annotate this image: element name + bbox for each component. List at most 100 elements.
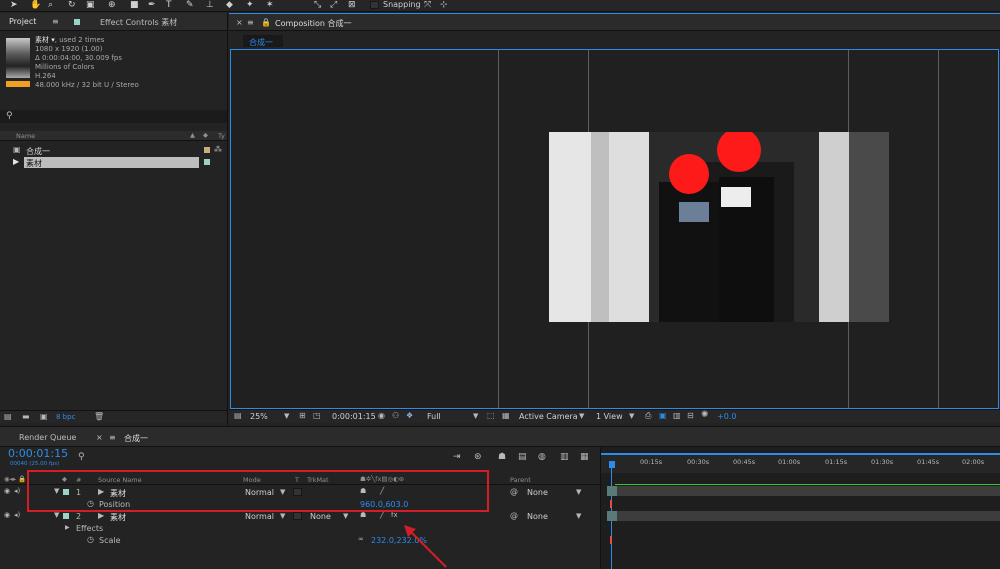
- audio-toggle-icon[interactable]: ◂): [14, 511, 20, 519]
- composition-viewer[interactable]: [230, 49, 999, 409]
- video-toggle-icon[interactable]: ◉: [4, 487, 10, 495]
- zoom-tool-icon[interactable]: ⌕: [48, 0, 53, 10]
- tab-effect-controls[interactable]: Effect Controls 素材: [100, 17, 177, 28]
- snap-edges-icon[interactable]: ⊹: [440, 0, 448, 10]
- parent-pickwhip-icon[interactable]: @: [510, 511, 518, 520]
- comp-flow-tag[interactable]: 合成一: [243, 35, 283, 47]
- layer-bar[interactable]: [607, 486, 1000, 496]
- expand-triangle-icon[interactable]: ▶: [65, 524, 70, 531]
- draft-3d-icon[interactable]: ⊛: [474, 452, 482, 462]
- time-ruler[interactable]: 00:15s 00:30s 00:45s 01:00s 01:15s 01:30…: [601, 453, 1000, 473]
- close-tab-icon[interactable]: ×: [236, 18, 243, 27]
- timeline-icon[interactable]: ▥: [673, 411, 681, 420]
- layer-bar-start[interactable]: [607, 511, 617, 521]
- sort-arrow-icon[interactable]: ▲: [190, 131, 195, 139]
- color-channels-icon[interactable]: ❖: [406, 411, 413, 420]
- property-row[interactable]: ▶ Effects: [0, 522, 600, 534]
- trkmat-select[interactable]: None: [310, 512, 331, 521]
- comp-flowchart-icon[interactable]: ⊟: [687, 411, 694, 420]
- preserve-transparency-toggle[interactable]: [293, 512, 302, 520]
- lock-icon[interactable]: 🔒: [261, 18, 271, 27]
- reset-exposure-icon[interactable]: ✺: [701, 410, 709, 420]
- motion-blur-icon[interactable]: ◍: [538, 452, 546, 462]
- zoom-select[interactable]: 25%: [250, 412, 268, 421]
- quality-switch-icon[interactable]: ╱: [380, 511, 384, 519]
- pan-behind-tool-icon[interactable]: ⊕: [108, 0, 116, 10]
- frame-blending-icon[interactable]: ▤: [518, 452, 527, 462]
- comp-mini-flowchart-icon[interactable]: ⇥: [453, 452, 461, 462]
- chevron-down-icon[interactable]: ▼: [576, 512, 581, 520]
- snap-icon[interactable]: ⤧: [424, 0, 431, 10]
- timeline-search-icon[interactable]: ⚲: [78, 452, 85, 462]
- snapping-checkbox[interactable]: [370, 1, 379, 9]
- chevron-down-icon[interactable]: ▼: [280, 512, 285, 520]
- parent-select[interactable]: None: [527, 512, 548, 521]
- delete-icon[interactable]: 🗑: [94, 412, 104, 421]
- brainstorm-icon[interactable]: ▦: [580, 452, 589, 462]
- local-axis-icon[interactable]: ⤡: [314, 0, 321, 10]
- shape-tool-icon[interactable]: ■: [130, 0, 139, 10]
- video-toggle-icon[interactable]: ◉: [4, 511, 10, 519]
- interpret-footage-icon[interactable]: ▤: [4, 412, 12, 421]
- rotation-tool-icon[interactable]: ↻: [68, 0, 76, 10]
- project-item[interactable]: ▣ 合成一 ⁂: [0, 145, 227, 156]
- type-tool-icon[interactable]: T: [166, 0, 172, 10]
- project-item[interactable]: ▶ 素材: [0, 157, 227, 168]
- pen-tool-icon[interactable]: ✒: [148, 0, 156, 10]
- region-of-interest-icon[interactable]: ⬚: [487, 411, 495, 420]
- col-type[interactable]: Ty: [218, 132, 225, 140]
- snapshot-icon[interactable]: ◉: [378, 411, 385, 420]
- work-area-bar[interactable]: [601, 453, 1000, 455]
- layer-bar-start[interactable]: [607, 486, 617, 496]
- timeline-current-time[interactable]: 0:00:01:15: [8, 447, 68, 460]
- current-time[interactable]: 0:00:01:15: [332, 412, 376, 421]
- keyframe-marker[interactable]: [610, 500, 612, 508]
- camera-view-select[interactable]: Active Camera: [519, 412, 578, 421]
- project-search-bar[interactable]: ⚲: [0, 110, 227, 123]
- label-color-icon[interactable]: [63, 513, 69, 519]
- tab-menu-icon[interactable]: ≡: [247, 18, 254, 27]
- toggle-pixel-aspect-icon[interactable]: ⎙: [645, 411, 651, 421]
- audio-toggle-icon[interactable]: ◂): [14, 487, 20, 495]
- transparency-grid-icon[interactable]: ▦: [502, 411, 510, 420]
- always-preview-icon[interactable]: ▤: [234, 411, 242, 420]
- constrain-proportions-icon[interactable]: ∞: [358, 535, 364, 543]
- playhead-icon[interactable]: [609, 461, 615, 468]
- parent-pickwhip-icon[interactable]: @: [510, 487, 518, 496]
- chevron-down-icon[interactable]: ▼: [343, 512, 348, 520]
- chevron-down-icon[interactable]: ▼: [473, 412, 478, 420]
- shy-layers-icon[interactable]: ☗: [498, 452, 506, 462]
- layer-mode[interactable]: Normal: [245, 512, 274, 521]
- parent-select[interactable]: None: [527, 488, 548, 497]
- tab-menu-icon[interactable]: ≡: [52, 17, 59, 26]
- world-axis-icon[interactable]: ⤢: [330, 0, 337, 10]
- brush-tool-icon[interactable]: ✎: [186, 0, 194, 10]
- show-snapshot-icon[interactable]: ⚇: [392, 411, 399, 420]
- new-folder-icon[interactable]: ▬: [22, 412, 30, 421]
- bpc-label[interactable]: 8 bpc: [56, 413, 75, 421]
- tab-project[interactable]: Project: [9, 17, 36, 26]
- property-row[interactable]: ◷ Scale ∞ 232.0,232.0%: [0, 534, 600, 546]
- tab-comp[interactable]: 合成一: [124, 433, 148, 444]
- label-column-icon[interactable]: ◆: [203, 131, 208, 139]
- col-name[interactable]: Name: [16, 132, 35, 140]
- hand-tool-icon[interactable]: ✋: [30, 0, 41, 10]
- expand-triangle-icon[interactable]: ▼: [54, 511, 59, 519]
- stopwatch-icon[interactable]: ◷: [87, 535, 94, 544]
- fast-previews-icon[interactable]: ▣: [659, 411, 667, 420]
- chevron-down-icon[interactable]: ▼: [579, 412, 584, 420]
- graph-editor-icon[interactable]: ▥: [560, 452, 569, 462]
- camera-tool-icon[interactable]: ▣: [86, 0, 95, 10]
- clone-stamp-tool-icon[interactable]: ⊥: [206, 0, 214, 10]
- keyframe-marker[interactable]: [610, 536, 612, 544]
- close-tab-icon[interactable]: ×: [96, 433, 103, 442]
- mask-visibility-icon[interactable]: ◳: [313, 411, 321, 420]
- timeline-graph-area[interactable]: 00:15s 00:30s 00:45s 01:00s 01:15s 01:30…: [600, 447, 1000, 569]
- view-layout-select[interactable]: 1 View: [596, 412, 623, 421]
- eraser-tool-icon[interactable]: ◆: [226, 0, 233, 10]
- chevron-down-icon[interactable]: ▼: [576, 488, 581, 496]
- new-composition-icon[interactable]: ▣: [40, 412, 48, 421]
- chevron-down-icon[interactable]: ▼: [629, 412, 634, 420]
- safe-zones-icon[interactable]: ⊞: [299, 411, 306, 420]
- effects-switch-icon[interactable]: fx: [391, 511, 398, 519]
